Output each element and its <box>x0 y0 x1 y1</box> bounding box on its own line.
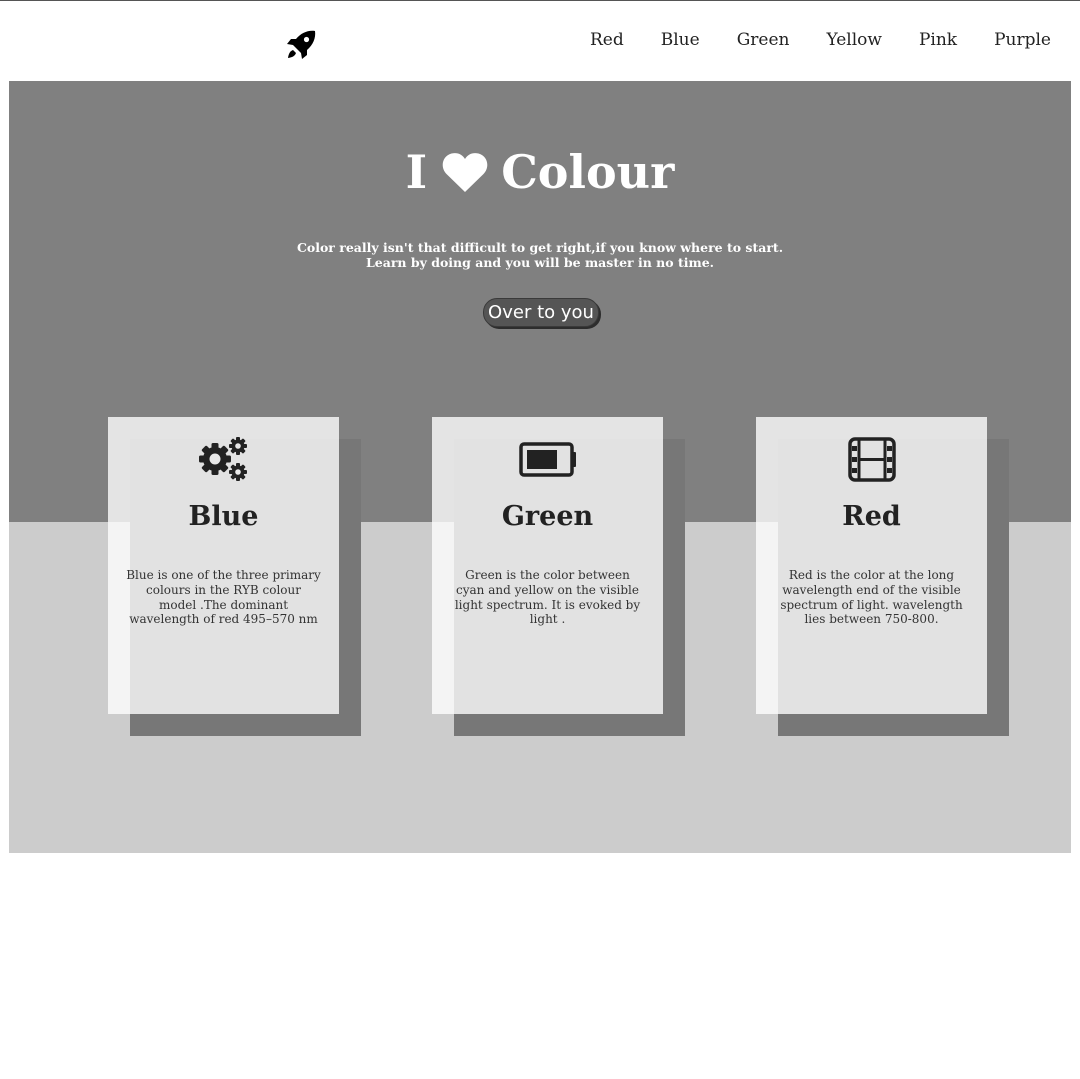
card-red: Red Red is the color at the long wavelen… <box>756 417 987 714</box>
hero-title: I Colour <box>0 142 1080 202</box>
film-icon <box>756 437 987 483</box>
card-green: Green Green is the color between cyan an… <box>432 417 663 714</box>
nav-link-purple[interactable]: Purple <box>994 30 1051 50</box>
card-title: Blue <box>188 501 259 532</box>
card-title: Red <box>842 501 901 532</box>
nav-link-yellow[interactable]: Yellow <box>826 30 881 50</box>
hero-title-start: I <box>405 145 428 199</box>
nav-link-pink[interactable]: Pink <box>919 30 957 50</box>
hero-subtitle: Color really isn't that difficult to get… <box>0 240 1080 270</box>
card-description: Blue is one of the three primary colours… <box>126 568 321 627</box>
heart-icon <box>441 150 489 194</box>
battery-icon <box>432 437 663 483</box>
nav-link-blue[interactable]: Blue <box>661 30 700 50</box>
nav-link-green[interactable]: Green <box>737 30 790 50</box>
card-blue: Blue Blue is one of the three primary co… <box>108 417 339 714</box>
nav-link-red[interactable]: Red <box>590 30 624 50</box>
over-to-you-button[interactable]: Over to you <box>483 298 599 327</box>
gears-icon <box>108 437 339 483</box>
rocket-icon[interactable] <box>284 28 318 62</box>
nav-menu: Red Blue Green Yellow Pink Purple <box>590 30 1051 50</box>
card-title: Green <box>501 501 594 532</box>
card-description: Green is the color between cyan and yell… <box>454 568 641 627</box>
navbar: Red Blue Green Yellow Pink Purple <box>0 1 1080 81</box>
hero-subtitle-line1: Color really isn't that difficult to get… <box>296 240 784 255</box>
hero-subtitle-line2: Learn by doing and you will be master in… <box>366 254 714 270</box>
card-description: Red is the color at the long wavelength … <box>780 568 963 627</box>
hero-title-end: Colour <box>501 145 675 199</box>
